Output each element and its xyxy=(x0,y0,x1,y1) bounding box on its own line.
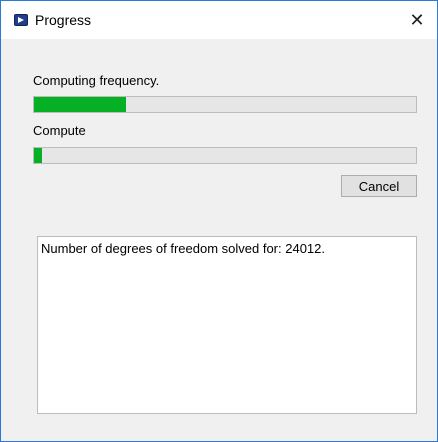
progress-bar-frequency xyxy=(33,96,417,113)
progress-fill-compute xyxy=(34,148,42,163)
cancel-button[interactable]: Cancel xyxy=(341,175,417,197)
progress-bar-compute xyxy=(33,147,417,164)
app-icon xyxy=(14,14,28,26)
log-output[interactable]: Number of degrees of freedom solved for:… xyxy=(37,236,417,414)
task-label-frequency: Computing frequency. xyxy=(33,73,160,88)
window-title: Progress xyxy=(35,12,92,28)
close-icon[interactable]: ✕ xyxy=(397,1,437,39)
title-bar: Progress ✕ xyxy=(1,1,437,39)
progress-dialog: Progress ✕ Computing frequency. Compute … xyxy=(0,0,438,442)
progress-fill-frequency xyxy=(34,97,126,112)
log-text: Number of degrees of freedom solved for:… xyxy=(41,241,325,256)
task-label-compute: Compute xyxy=(33,123,86,138)
